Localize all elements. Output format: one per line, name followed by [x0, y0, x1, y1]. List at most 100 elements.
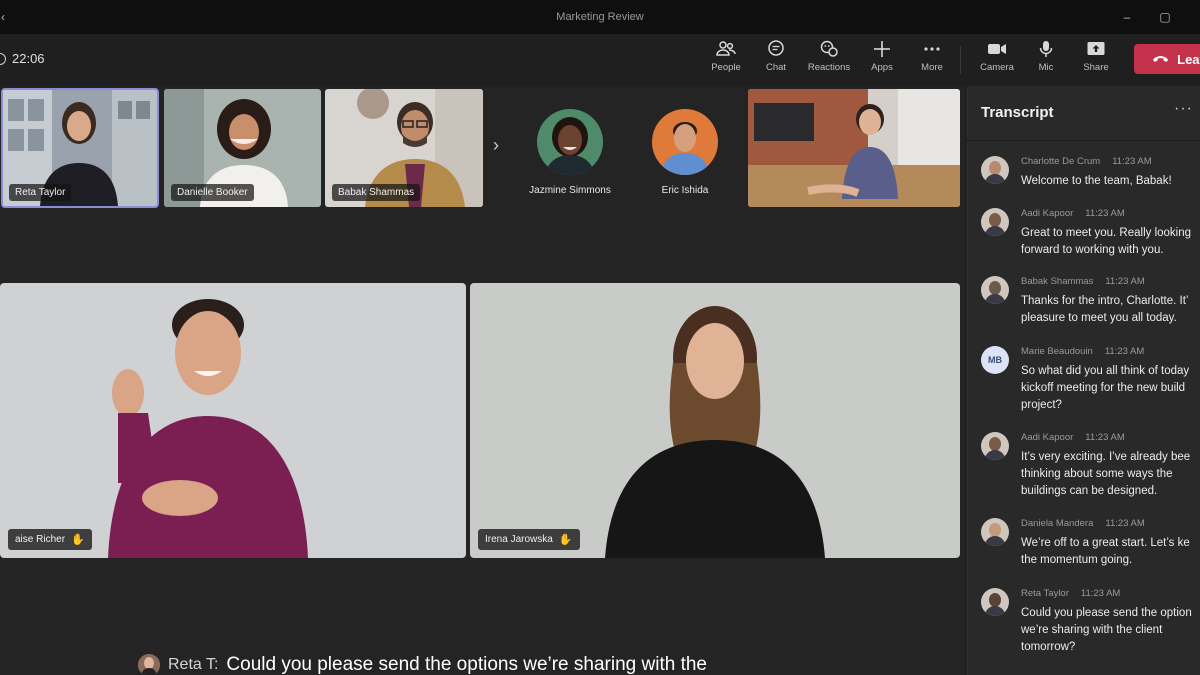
participant-name-pill: Irena Jarowska ✋: [478, 529, 580, 550]
avatar: [981, 432, 1009, 460]
avatar: [138, 654, 160, 675]
window-title: Marketing Review: [556, 11, 644, 23]
mic-button[interactable]: Mic: [1021, 40, 1071, 73]
video-tile-speaker-1[interactable]: aise Richer ✋: [0, 283, 466, 558]
participant-video: [470, 283, 960, 558]
people-icon: [716, 41, 736, 56]
participant-name: Reta Taylor: [9, 184, 72, 201]
message-author: Reta Taylor: [1021, 588, 1069, 599]
share-label: Share: [1083, 62, 1109, 73]
mic-icon: [1039, 41, 1053, 57]
participant-name-pill: aise Richer ✋: [8, 529, 92, 550]
participant-tile-babak-shammas[interactable]: Babak Shammas: [325, 89, 483, 207]
message-author: Daniela Mandera: [1021, 518, 1094, 529]
participant-name: Danielle Booker: [171, 184, 254, 201]
reactions-label: Reactions: [807, 62, 851, 73]
participant-video: [748, 89, 960, 207]
video-tile-speaker-2[interactable]: Irena Jarowska ✋: [470, 283, 960, 558]
participant-tile-danielle-booker[interactable]: Danielle Booker: [164, 89, 321, 207]
message-meta: Marie Beaudouin 11:23 AM: [1021, 346, 1144, 357]
camera-button[interactable]: Camera: [972, 40, 1022, 73]
people-label: People: [711, 62, 741, 73]
shield-icon: [0, 52, 6, 65]
share-icon: [1087, 42, 1105, 55]
message-time: 11:23 AM: [1104, 346, 1145, 357]
participant-name: Jazmine Simmons: [529, 185, 611, 196]
avatar: [652, 109, 718, 175]
message-time: 11:23 AM: [1080, 588, 1121, 599]
avatar: [981, 156, 1009, 184]
minimize-icon[interactable]: –: [1118, 8, 1136, 26]
message-time: 11:23 AM: [1105, 276, 1145, 287]
message-author: Aadi Kapoor: [1021, 208, 1074, 219]
message-author: Marie Beaudouin: [1021, 346, 1093, 357]
message-time: 11:23 AM: [1112, 156, 1152, 167]
more-icon: [924, 47, 940, 51]
message-time: 11:23 AM: [1085, 432, 1125, 443]
meeting-timer: 22:06: [0, 51, 45, 66]
gallery-next-icon[interactable]: ›: [487, 135, 505, 161]
more-options-icon[interactable]: ···: [1174, 100, 1193, 118]
message-text: So what did you all think of today kicko…: [1021, 365, 1190, 411]
camera-icon: [988, 44, 1006, 54]
mic-label: Mic: [1038, 62, 1054, 73]
plus-icon: [874, 41, 890, 57]
people-button[interactable]: People: [701, 40, 751, 73]
message-time: 11:23 AM: [1085, 208, 1125, 219]
more-button[interactable]: More: [907, 40, 957, 73]
message-time: 11:23 AM: [1105, 518, 1145, 529]
message-text: Thanks for the intro, Charlotte. It’ ple…: [1021, 295, 1189, 324]
message-author: Babak Shammas: [1021, 276, 1094, 287]
message-meta: Aadi Kapoor 11:23 AM: [1021, 432, 1125, 443]
maximize-icon[interactable]: ▢: [1156, 8, 1174, 26]
panel-divider: [966, 140, 1200, 141]
raised-hand-icon: ✋: [71, 534, 85, 546]
reactions-icon: [820, 40, 838, 57]
caption-speaker: Reta T:: [168, 656, 219, 673]
avatar: MB: [981, 346, 1009, 374]
title-bar: ‹ Marketing Review – ▢: [0, 0, 1200, 34]
participant-tile-reta-taylor[interactable]: Reta Taylor: [1, 88, 159, 208]
apps-button[interactable]: Apps: [857, 40, 907, 73]
message-text: Great to meet you. Really looking forwar…: [1021, 227, 1192, 256]
message-text: We’re off to a great start. Let’s ke the…: [1021, 537, 1190, 566]
avatar: [537, 109, 603, 175]
message-author: Charlotte De Crum: [1021, 156, 1101, 167]
message-meta: Babak Shammas 11:23 AM: [1021, 276, 1145, 287]
message-text: Welcome to the team, Babak!: [1021, 175, 1172, 187]
camera-label: Camera: [980, 62, 1014, 73]
participant-tile-eric-ishida[interactable]: Eric Ishida: [630, 89, 740, 207]
toolbar-divider: [960, 46, 961, 74]
avatar: [981, 588, 1009, 616]
reactions-button[interactable]: Reactions: [804, 40, 854, 73]
share-button[interactable]: Share: [1071, 40, 1121, 73]
message-meta: Aadi Kapoor 11:23 AM: [1021, 208, 1125, 219]
participant-name: Irena Jarowska: [485, 534, 553, 545]
live-caption: Reta T: Could you please send the option…: [138, 654, 707, 675]
chat-button[interactable]: Chat: [751, 40, 801, 73]
message-meta: Daniela Mandera 11:23 AM: [1021, 518, 1145, 529]
hang-up-icon: [1152, 56, 1169, 62]
participant-video: [0, 283, 466, 558]
participant-name: Babak Shammas: [332, 184, 421, 201]
apps-label: Apps: [871, 62, 893, 73]
meeting-toolbar: 22:06 People Chat Reactions Apps More Ca…: [0, 34, 1200, 86]
message-meta: Reta Taylor 11:23 AM: [1021, 588, 1120, 599]
participant-tile-room[interactable]: [748, 89, 960, 207]
avatar: [981, 208, 1009, 236]
leave-button[interactable]: Leave: [1134, 44, 1200, 74]
chat-label: Chat: [765, 62, 787, 73]
chat-icon: [768, 40, 784, 56]
avatar: [981, 518, 1009, 546]
caption-text: Could you please send the options we’re …: [226, 654, 707, 675]
participant-name: aise Richer: [15, 534, 66, 545]
participant-name: Eric Ishida: [661, 185, 709, 196]
message-text: It’s very exciting. I’ve already bee thi…: [1021, 451, 1191, 497]
transcript-panel: Transcript ··· Charlotte De Crum 11:23 AM…: [965, 86, 1200, 675]
avatar: [981, 276, 1009, 304]
leave-label: Leave: [1177, 51, 1200, 67]
more-label: More: [921, 62, 943, 73]
message-author: Aadi Kapoor: [1021, 432, 1074, 443]
participant-tile-jazmine-simmons[interactable]: Jazmine Simmons: [515, 89, 625, 207]
raised-hand-icon: ✋: [558, 534, 573, 546]
